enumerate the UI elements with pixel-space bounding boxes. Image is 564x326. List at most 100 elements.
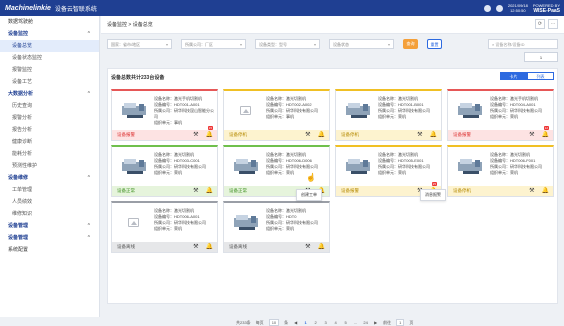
sidebar-item-label: 系统配置 bbox=[8, 247, 29, 253]
user-icon[interactable] bbox=[495, 4, 503, 12]
status-bar: 设备停机 ⚒ 🔔 bbox=[448, 186, 553, 196]
device-type-select[interactable]: 设备类型：型号 bbox=[255, 39, 320, 49]
sidebar-item[interactable]: 大数据分析 ⌃ bbox=[0, 88, 99, 100]
device-card[interactable]: 设备名称：激光切割机 设备编号：HDT006-A001 所属公司：研华科技有限公司组… bbox=[111, 201, 218, 253]
sidebar-item[interactable]: 系统配置 bbox=[0, 244, 99, 256]
device-card[interactable]: 设备名称：激光切割机 设备编号：HDT006-F001 所属公司：研华科技有限公司组… bbox=[447, 145, 554, 197]
prev-page-button[interactable]: ◀ bbox=[293, 320, 298, 325]
tools-icon[interactable]: ⚒ bbox=[193, 242, 198, 252]
device-site: 荣机 bbox=[510, 114, 518, 119]
bell-icon[interactable]: 🔔 bbox=[206, 186, 213, 196]
device-card[interactable]: 设备名称：激光切割机 设备编号：HDT002-A002 所属公司：研华科技有限公司组… bbox=[223, 89, 330, 141]
status-label: 设备正常 bbox=[229, 188, 247, 193]
device-company: 研华科技有限公司 bbox=[398, 164, 430, 169]
sidebar-item[interactable]: 报告分析 bbox=[0, 124, 99, 136]
page-number[interactable]: 24 bbox=[363, 320, 368, 325]
more-icon[interactable]: ⋯ bbox=[548, 19, 558, 29]
card-view-button[interactable]: 卡片 bbox=[500, 72, 527, 80]
bell-icon[interactable]: 🔔 15 bbox=[206, 126, 213, 140]
sidebar-item[interactable]: 工单管理 bbox=[0, 184, 99, 196]
sidebar-item[interactable]: 报警分析 bbox=[0, 112, 99, 124]
device-image bbox=[453, 153, 486, 179]
goto-page-input[interactable]: 1 bbox=[396, 319, 405, 326]
device-id: HDT0 bbox=[286, 214, 297, 219]
sidebar-item[interactable]: 能耗分析 bbox=[0, 148, 99, 160]
tools-icon[interactable]: ⚒ bbox=[529, 130, 534, 140]
bell-icon[interactable]: 🔔 bbox=[318, 130, 325, 140]
sidebar-item[interactable]: 设备维修 ⌃ bbox=[0, 172, 99, 184]
page-size-select[interactable]: 1 bbox=[524, 52, 558, 62]
device-id: HDT006-F001 bbox=[510, 158, 536, 163]
sidebar-item[interactable]: 数据驾驶舱 bbox=[0, 16, 99, 28]
sidebar-item[interactable]: 设备管理 ⌃ bbox=[0, 220, 99, 232]
page-number[interactable]: 5 bbox=[343, 320, 348, 325]
device-info: 设备名称：激光切割机 设备编号：HDT003-C001 所属公司：研华科技有限公司组… bbox=[154, 152, 206, 175]
device-card[interactable]: 设备名称：激光手机切割机 设备编号：HDT004-A001 所属公司：研华科技有限公… bbox=[447, 89, 554, 141]
sidebar-item-label: 维修知识 bbox=[12, 211, 33, 217]
device-image bbox=[229, 153, 262, 179]
tools-icon[interactable]: ⚒ bbox=[529, 186, 534, 196]
device-site: 事机 bbox=[286, 114, 294, 119]
page-number[interactable]: 2 bbox=[313, 320, 318, 325]
sidebar-item-label: 设备工艺 bbox=[12, 79, 33, 85]
tools-icon[interactable]: ⚒ bbox=[305, 130, 310, 140]
per-page-select[interactable]: 10 bbox=[268, 319, 280, 326]
tools-icon[interactable]: ⚒ bbox=[305, 242, 310, 252]
status-label: 设备正常 bbox=[117, 188, 135, 193]
bell-icon[interactable]: 🔔 bbox=[206, 242, 213, 252]
status-bar: 设备离线 ⚒ 🔔 bbox=[112, 242, 217, 252]
settings-icon[interactable] bbox=[483, 4, 491, 12]
page-number[interactable]: 3 bbox=[323, 320, 328, 325]
company-select[interactable]: 所属公司：厂区 bbox=[181, 39, 246, 49]
device-company: 研华科技有限公司 bbox=[286, 108, 318, 113]
page-number[interactable]: 4 bbox=[333, 320, 338, 325]
device-card[interactable]: 设备名称：激光切割机 设备编号：HDT0 所属公司：研华科技有限公司 组织单元：荣机设… bbox=[223, 201, 330, 253]
total-count: 共233条 bbox=[236, 319, 251, 325]
device-image bbox=[117, 153, 150, 179]
sidebar: 数据驾驶舱 设备监控 ⌃ 设备总览 设备状态监控 报警监控设备工艺大数据分析 ⌃ 历史查询报警… bbox=[0, 16, 100, 317]
device-info: 设备名称：激光手机切割机 设备编号：HDT004-A001 所属公司：研华科技有限公… bbox=[490, 96, 542, 119]
sidebar-item-label: 历史查询 bbox=[12, 103, 33, 109]
reset-button[interactable]: 重置 bbox=[427, 39, 442, 49]
device-card[interactable]: 设备名称：激光切割机 设备编号：HDT001-B001 所属公司：研华科技有限公司组… bbox=[335, 89, 442, 141]
sidebar-item[interactable]: 历史查询 bbox=[0, 100, 99, 112]
status-label: 设备报警 bbox=[341, 188, 359, 193]
bell-icon[interactable]: 🔔 bbox=[542, 186, 549, 196]
bell-icon[interactable]: 🔔 bbox=[318, 242, 325, 252]
device-status-select[interactable]: 设备状态 bbox=[329, 39, 394, 49]
sidebar-item[interactable]: 人员绩效 bbox=[0, 196, 99, 208]
device-company: 研华科技有限公司 bbox=[286, 220, 318, 225]
sidebar-item[interactable]: 设备工艺 bbox=[0, 76, 99, 88]
device-name: 激光切割机 bbox=[398, 96, 418, 101]
bell-icon[interactable]: 🔔 bbox=[430, 130, 437, 140]
sidebar-item[interactable]: 报警监控 bbox=[0, 64, 99, 76]
per-page-unit: 条 bbox=[284, 319, 289, 325]
device-name: 激光切割机 bbox=[286, 208, 306, 213]
brand-name: WISE-PaaS bbox=[533, 7, 560, 14]
sidebar-item[interactable]: 设备状态监控 bbox=[0, 52, 99, 64]
tools-icon[interactable]: ⚒ bbox=[193, 186, 198, 196]
sidebar-item[interactable]: 设备监控 ⌃ bbox=[0, 28, 99, 40]
device-site: 事机 bbox=[174, 120, 182, 125]
refresh-icon[interactable]: ⟳ bbox=[535, 19, 545, 29]
sidebar-item[interactable]: 维修知识 bbox=[0, 208, 99, 220]
bell-icon[interactable]: 🔔 12 bbox=[542, 126, 549, 140]
sidebar-item[interactable]: 健康诊断 bbox=[0, 136, 99, 148]
search-icon: ⌕ bbox=[492, 42, 495, 47]
tools-icon[interactable]: ⚒ bbox=[417, 130, 422, 140]
region-select[interactable]: 国家：省市/地区 bbox=[107, 39, 172, 49]
sidebar-item[interactable]: 设备管理 ⌃ bbox=[0, 232, 99, 244]
search-input[interactable]: ⌕ 设备名称/设备ID bbox=[488, 39, 558, 49]
sidebar-item[interactable]: 设备总览 bbox=[0, 40, 99, 52]
device-card[interactable]: 设备名称：激光切割机 设备编号：HDT003-C001 所属公司：研华科技有限公司组… bbox=[111, 145, 218, 197]
query-button[interactable]: 查询 bbox=[403, 39, 418, 49]
device-card[interactable]: 设备名称：激光手机切割机 设备编号：HDT001-A001 所属公司：研华科技昆山智… bbox=[111, 89, 218, 141]
sidebar-item[interactable]: 预测性维护 bbox=[0, 160, 99, 172]
page-number[interactable]: 1 bbox=[303, 320, 308, 325]
breadcrumb-parent[interactable]: 设备监控 bbox=[107, 22, 127, 28]
next-page-button[interactable]: ▶ bbox=[373, 320, 378, 325]
create-workorder-tooltip: 创建工单 bbox=[296, 189, 322, 201]
tools-icon[interactable]: ⚒ bbox=[193, 130, 198, 140]
page-number[interactable]: ... bbox=[353, 320, 358, 325]
list-view-button[interactable]: 列表 bbox=[527, 72, 554, 80]
